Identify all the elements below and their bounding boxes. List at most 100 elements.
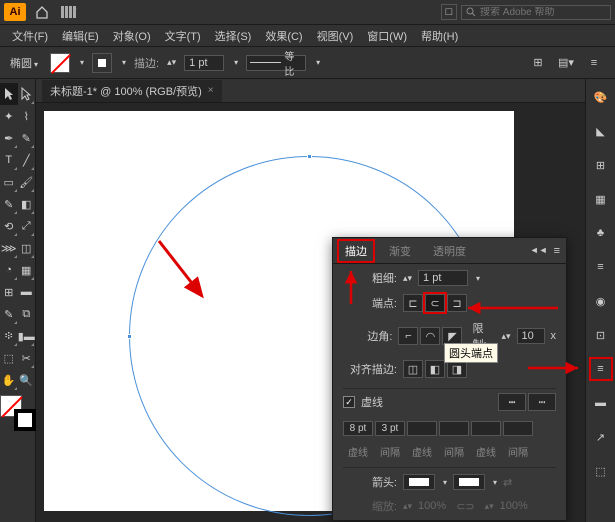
swap-arrows-icon[interactable]: ⇄ <box>503 476 512 489</box>
essentials-icon[interactable]: ⊞ <box>529 54 547 72</box>
stroke-weight-field[interactable] <box>418 270 468 286</box>
fill-stroke-indicator[interactable] <box>0 395 36 431</box>
search-icon <box>466 7 476 17</box>
anchor-point[interactable] <box>307 154 312 159</box>
gap-1[interactable] <box>375 421 405 436</box>
zoom-tool[interactable]: 🔍 <box>18 369 36 391</box>
color-guide-icon[interactable]: ◣ <box>591 121 611 141</box>
pen-tool[interactable]: ✒ <box>0 127 18 149</box>
join-miter-button[interactable]: ⌐ <box>398 327 418 345</box>
dash-2[interactable] <box>407 421 437 436</box>
collapse-icon[interactable]: ◄◄ <box>530 245 548 257</box>
shaper-tool[interactable]: ✎ <box>0 193 18 215</box>
dash-3[interactable] <box>471 421 501 436</box>
gap-label-1: 间隔 <box>375 444 405 459</box>
panel-menu-icon[interactable]: ≡ <box>554 245 560 257</box>
artboards-icon[interactable]: ⬚ <box>591 461 611 481</box>
stroke-swatch[interactable] <box>92 53 112 73</box>
menu-file[interactable]: 文件(F) <box>6 26 54 46</box>
rectangle-tool[interactable]: ▭ <box>0 171 18 193</box>
search-field[interactable] <box>461 5 611 20</box>
line-tool[interactable]: ╱ <box>18 149 36 171</box>
workspace-icon[interactable]: ▤▾ <box>557 54 575 72</box>
layers-panel-icon[interactable]: ≡ <box>591 359 611 379</box>
dash-align-button[interactable]: ┉ <box>528 393 556 411</box>
perspective-tool[interactable]: ▦ <box>18 259 36 281</box>
libraries-icon[interactable]: ▬ <box>591 393 611 413</box>
search-area: □ <box>441 4 611 20</box>
home-icon[interactable] <box>32 3 52 21</box>
graph-tool[interactable]: ▮▬ <box>18 325 36 347</box>
blend-tool[interactable]: ⧉ <box>18 303 36 325</box>
selection-tool[interactable] <box>0 83 18 105</box>
lasso-tool[interactable]: ⌇ <box>18 105 36 127</box>
magic-wand-tool[interactable]: ✦ <box>0 105 18 127</box>
width-tool[interactable]: ⋙ <box>0 237 18 259</box>
arrange-documents-icon[interactable]: ▾ <box>58 3 88 21</box>
dashed-checkbox[interactable]: ✓ <box>343 396 355 408</box>
cap-round-button[interactable]: ⊂ <box>425 294 445 312</box>
rotate-tool[interactable]: ⟲ <box>0 215 18 237</box>
eraser-tool[interactable]: ◧ <box>18 193 36 215</box>
hand-tool[interactable]: ✋ <box>0 369 18 391</box>
menu-effect[interactable]: 效果(C) <box>259 26 308 46</box>
brushes-icon[interactable]: ▦ <box>591 189 611 209</box>
cap-butt-button[interactable]: ⊏ <box>403 294 423 312</box>
paintbrush-tool[interactable]: 🖌 <box>18 171 36 193</box>
stroke-weight-input[interactable] <box>184 55 224 71</box>
tab-transparency[interactable]: 透明度 <box>427 241 472 261</box>
scale-tool[interactable]: ⤢ <box>18 215 36 237</box>
swatches-icon[interactable]: ⊞ <box>591 155 611 175</box>
stroke-panel-icon[interactable]: ≡ <box>591 257 611 277</box>
slice-tool[interactable]: ✂ <box>18 347 36 369</box>
eyedropper-tool[interactable]: ✎ <box>0 303 18 325</box>
search-input[interactable] <box>480 7 600 18</box>
appearance-icon[interactable]: ◉ <box>591 291 611 311</box>
arrowhead-end[interactable] <box>453 474 485 490</box>
menu-help[interactable]: 帮助(H) <box>415 26 464 46</box>
scale-start: 100% <box>418 500 446 512</box>
align-inside-button[interactable]: ◧ <box>425 360 445 378</box>
symbol-sprayer-tool[interactable]: ፨ <box>0 325 18 347</box>
scale-end: 100% <box>500 500 528 512</box>
sync-icon[interactable]: □ <box>441 4 457 20</box>
close-tab-icon[interactable]: × <box>208 85 214 96</box>
dash-1[interactable] <box>343 421 373 436</box>
miter-limit-field[interactable] <box>517 328 545 344</box>
fill-swatch[interactable] <box>50 53 70 73</box>
tab-gradient[interactable]: 渐变 <box>383 241 417 261</box>
menu-type[interactable]: 文字(T) <box>159 26 207 46</box>
free-transform-tool[interactable]: ◫ <box>18 237 36 259</box>
join-round-button[interactable]: ◠ <box>420 327 440 345</box>
type-tool[interactable]: T <box>0 149 18 171</box>
curvature-tool[interactable]: ✎ <box>18 127 36 149</box>
anchor-point[interactable] <box>127 334 132 339</box>
menu-view[interactable]: 视图(V) <box>311 26 360 46</box>
gradient-tool[interactable]: ▬ <box>18 281 36 303</box>
arrowhead-start[interactable] <box>403 474 435 490</box>
menu-object[interactable]: 对象(O) <box>107 26 157 46</box>
stroke-label: 描边: <box>134 55 159 71</box>
panel-menu-icon[interactable]: ≡ <box>585 54 603 72</box>
tab-stroke[interactable]: 描边 <box>339 241 373 261</box>
menu-select[interactable]: 选择(S) <box>209 26 258 46</box>
scale-label: 缩放: <box>343 498 397 514</box>
symbols-icon[interactable]: ♣ <box>591 223 611 243</box>
stroke-profile[interactable]: 等比 <box>246 55 306 71</box>
gap-3[interactable] <box>503 421 533 436</box>
direct-selection-tool[interactable] <box>18 83 36 105</box>
dash-preserve-button[interactable]: ┅ <box>498 393 526 411</box>
scale-link-icon[interactable]: ⊂⊃ <box>456 500 474 513</box>
document-tab[interactable]: 未标题-1* @ 100% (RGB/预览)× <box>42 80 222 102</box>
artboard-tool[interactable]: ⬚ <box>0 347 18 369</box>
align-center-button[interactable]: ◫ <box>403 360 423 378</box>
gap-2[interactable] <box>439 421 469 436</box>
menu-window[interactable]: 窗口(W) <box>361 26 413 46</box>
menu-edit[interactable]: 编辑(E) <box>56 26 105 46</box>
mesh-tool[interactable]: ⊞ <box>0 281 18 303</box>
stroke-panel: 描边 渐变 透明度 ◄◄≡ 粗细: ▴▾ ▾ 端点: ⊏ ⊂ ⊐ 边角: ⌐ ◠… <box>332 237 567 521</box>
asset-export-icon[interactable]: ↗ <box>591 427 611 447</box>
color-panel-icon[interactable]: 🎨 <box>591 87 611 107</box>
shape-builder-tool[interactable]: ◔ <box>0 259 18 281</box>
graphic-styles-icon[interactable]: ⊡ <box>591 325 611 345</box>
